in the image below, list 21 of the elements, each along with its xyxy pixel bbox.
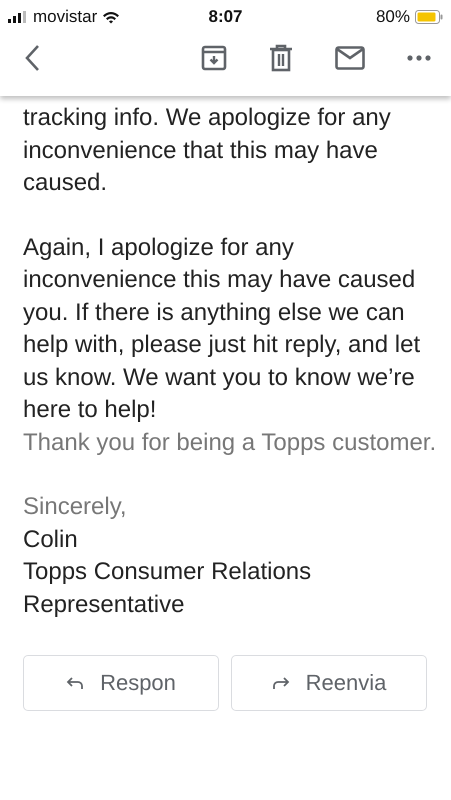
signature-line: Colin: [23, 524, 79, 554]
signature-line: Sincerely,: [23, 492, 128, 522]
reply-button[interactable]: Respon: [23, 655, 219, 711]
archive-icon[interactable]: [201, 45, 227, 71]
message-paragraph: Thank you for being a Topps customer.: [23, 428, 437, 458]
signal-icon: [8, 11, 28, 23]
back-icon[interactable]: [24, 44, 40, 72]
forward-button[interactable]: Reenvia: [231, 655, 427, 711]
carrier-name: movistar: [33, 7, 98, 27]
trash-icon[interactable]: [269, 44, 293, 72]
more-icon[interactable]: [407, 55, 431, 61]
message-paragraph: Again, I apologize for any inconvenience this may have caused you. If there is anything else we can help with, please just hit reply, and let us know. We want you to know we’re here to help!: [23, 232, 422, 425]
mail-icon[interactable]: [335, 46, 365, 70]
status-time: 8:07: [208, 7, 243, 27]
reply-icon: [66, 676, 84, 690]
battery-icon: [415, 10, 443, 24]
battery-percent: 80%: [376, 7, 410, 27]
message-paragraph: tracking info. We apologize for any inconvenience that this may have caused.: [23, 103, 392, 198]
signature-line: Topps Consumer Relations Representative: [23, 557, 312, 620]
wifi-icon: [102, 10, 120, 24]
forward-icon: [272, 676, 290, 690]
